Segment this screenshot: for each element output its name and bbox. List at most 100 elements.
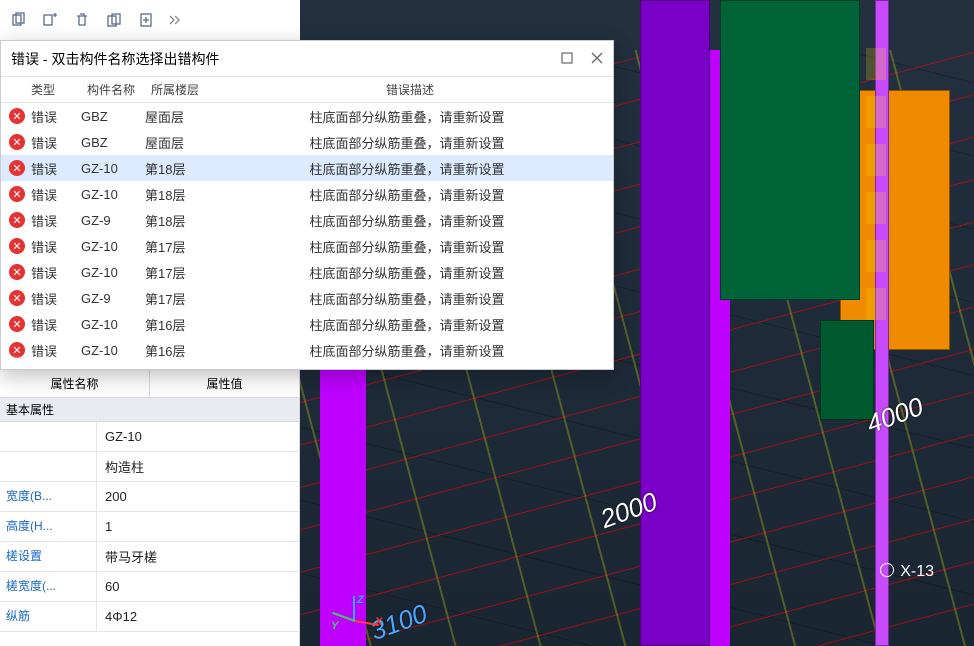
row-floor: 第17层: [145, 263, 201, 282]
row-name[interactable]: GBZ: [81, 109, 145, 124]
row-type: 错误: [31, 263, 81, 282]
row-floor: 第18层: [145, 159, 201, 178]
property-row: 槎设置: [0, 542, 299, 572]
error-icon: ✕: [9, 212, 25, 228]
row-desc: 柱底面部分纵筋重叠，请重新设置: [201, 263, 613, 282]
property-value-input[interactable]: [97, 602, 299, 631]
row-floor: 屋面层: [145, 133, 201, 152]
error-row[interactable]: ✕错误GBZ屋面层柱底面部分纵筋重叠，请重新设置: [1, 129, 613, 155]
row-type: 错误: [31, 315, 81, 334]
property-row: [0, 452, 299, 482]
error-icon: ✕: [9, 238, 25, 254]
property-label: [0, 452, 96, 481]
error-row[interactable]: ✕错误GZ-10第16层柱底面部分纵筋重叠，请重新设置: [1, 337, 613, 363]
property-row: 纵筋: [0, 602, 299, 632]
properties-header: 属性名称 属性值: [0, 370, 299, 398]
property-label: 宽度(B...: [0, 482, 96, 511]
error-row[interactable]: ✕错误GZ-10第18层柱底面部分纵筋重叠，请重新设置: [1, 155, 613, 181]
row-name[interactable]: GZ-9: [81, 291, 145, 306]
error-icon: ✕: [9, 134, 25, 150]
error-icon: ✕: [9, 368, 25, 369]
row-name[interactable]: GZ-10: [81, 161, 145, 176]
row-name[interactable]: GZ-10: [81, 239, 145, 254]
property-value-input[interactable]: [97, 572, 299, 601]
error-row[interactable]: ✕错误GBZ屋面层柱底面部分纵筋重叠，请重新设置: [1, 103, 613, 129]
orientation-gizmo[interactable]: Z X Y: [335, 596, 375, 636]
property-row: 高度(H...: [0, 512, 299, 542]
error-table-body[interactable]: ✕错误GBZ屋面层柱底面部分纵筋重叠，请重新设置✕错误GBZ屋面层柱底面部分纵筋…: [1, 103, 613, 369]
property-value-input[interactable]: [97, 482, 299, 511]
toolbar-more-button[interactable]: [164, 6, 186, 34]
properties-section-basic[interactable]: 基本属性: [0, 398, 299, 422]
error-table-header: 类型 构件名称 所属楼层 错误描述: [1, 77, 613, 103]
dialog-titlebar[interactable]: 错误 - 双击构件名称选择出错构件: [1, 41, 613, 77]
model-block: [640, 0, 710, 646]
properties-col-name: 属性名称: [0, 370, 150, 397]
chevron-right-double-icon: [167, 12, 183, 28]
row-desc: 柱底面部分纵筋重叠，请重新设置: [201, 185, 613, 204]
property-label: 槎宽度(...: [0, 572, 96, 601]
property-value-input[interactable]: [97, 512, 299, 541]
col-floor: 所属楼层: [151, 81, 207, 98]
error-row[interactable]: ✕错误GZ-9第18层柱底面部分纵筋重叠，请重新设置: [1, 207, 613, 233]
error-icon: ✕: [9, 186, 25, 202]
insert-button[interactable]: [132, 6, 160, 34]
row-name[interactable]: GZ-9: [81, 369, 145, 370]
row-floor: 屋面层: [145, 107, 201, 126]
error-row[interactable]: ✕错误GZ-9第16层柱底面部分纵筋重叠，请重新设置: [1, 363, 613, 369]
clone-icon: [106, 12, 122, 28]
row-type: 错误: [31, 133, 81, 152]
row-name[interactable]: GZ-10: [81, 265, 145, 280]
error-row[interactable]: ✕ 错误GZ-10第17层柱底面部分纵筋重叠，请重新设置: [1, 233, 613, 259]
property-value-input[interactable]: [97, 422, 299, 451]
maximize-icon: [561, 52, 573, 64]
copy-plus-icon: [42, 12, 58, 28]
grid-axis-label: X-13: [880, 563, 934, 581]
clone-button[interactable]: [100, 6, 128, 34]
close-button[interactable]: [591, 51, 603, 67]
property-label: 高度(H...: [0, 512, 96, 541]
row-floor: 第17层: [145, 237, 201, 256]
error-row[interactable]: ✕错误GZ-10第16层柱底面部分纵筋重叠，请重新设置: [1, 311, 613, 337]
delete-button[interactable]: [68, 6, 96, 34]
row-type: 错误: [31, 237, 81, 256]
maximize-button[interactable]: [561, 51, 573, 67]
row-desc: 柱底面部分纵筋重叠，请重新设置: [201, 237, 613, 256]
properties-panel: 属性名称 属性值 基本属性 宽度(B...高度(H...槎设置槎宽度(...纵筋: [0, 370, 300, 646]
row-name[interactable]: GZ-10: [81, 317, 145, 332]
row-name[interactable]: GBZ: [81, 135, 145, 150]
insert-icon: [138, 12, 154, 28]
row-type: 错误: [31, 159, 81, 178]
row-type: 错误: [31, 107, 81, 126]
error-icon: ✕: [9, 160, 25, 176]
row-floor: 第16层: [145, 315, 201, 334]
error-icon: ✕: [9, 316, 25, 332]
row-desc: 柱底面部分纵筋重叠，请重新设置: [201, 367, 613, 370]
col-name: 构件名称: [87, 81, 151, 98]
col-type: 类型: [31, 81, 87, 98]
error-row[interactable]: ✕ 错误GZ-10第18层柱底面部分纵筋重叠，请重新设置: [1, 181, 613, 207]
row-name[interactable]: GZ-9: [81, 213, 145, 228]
copy-plus-button[interactable]: [36, 6, 64, 34]
property-label: 纵筋: [0, 602, 96, 631]
property-row: 宽度(B...: [0, 482, 299, 512]
property-row: 槎宽度(...: [0, 572, 299, 602]
row-type: 错误: [31, 341, 81, 360]
wireframe-columns: [866, 48, 886, 320]
row-type: 错误: [31, 185, 81, 204]
row-name[interactable]: GZ-10: [81, 343, 145, 358]
row-floor: 第16层: [145, 367, 201, 370]
row-floor: 第18层: [145, 185, 201, 204]
property-value-input[interactable]: [97, 452, 299, 481]
copy-icon: [10, 12, 26, 28]
error-row[interactable]: ✕错误GZ-9第17层柱底面部分纵筋重叠，请重新设置: [1, 285, 613, 311]
row-name[interactable]: GZ-10: [81, 187, 145, 202]
error-row[interactable]: ✕错误GZ-10第17层柱底面部分纵筋重叠，请重新设置: [1, 259, 613, 285]
dialog-title-text: 错误 - 双击构件名称选择出错构件: [11, 49, 219, 69]
properties-col-value: 属性值: [150, 370, 299, 397]
property-row: [0, 422, 299, 452]
row-desc: 柱底面部分纵筋重叠，请重新设置: [201, 107, 613, 126]
row-type: 错误: [31, 289, 81, 308]
copy-button[interactable]: [4, 6, 32, 34]
property-value-input[interactable]: [97, 542, 299, 571]
